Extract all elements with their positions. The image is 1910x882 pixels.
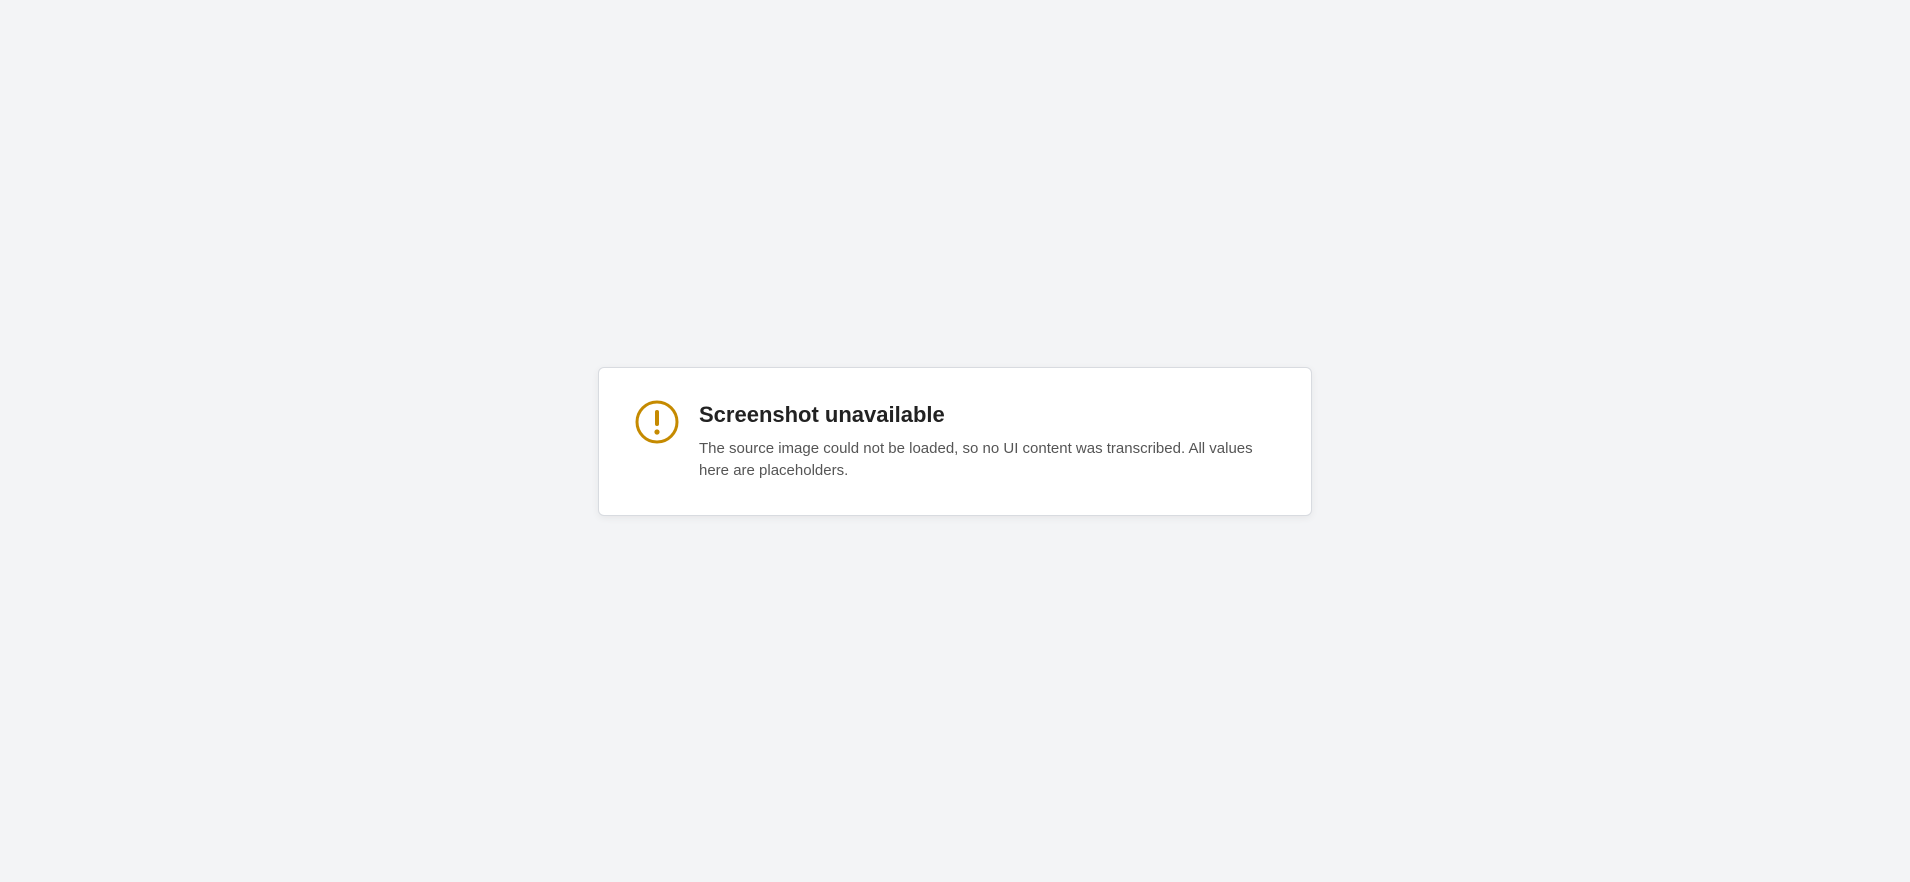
placeholder-notice: Screenshot unavailable The source image … bbox=[598, 366, 1312, 516]
notice-body: Screenshot unavailable The source image … bbox=[699, 400, 1275, 483]
notice-message: The source image could not be loaded, so… bbox=[699, 439, 1253, 480]
warning-icon bbox=[635, 400, 679, 443]
notice-title: Screenshot unavailable bbox=[699, 401, 945, 427]
page-root: Screenshot unavailable The source image … bbox=[0, 0, 1910, 882]
